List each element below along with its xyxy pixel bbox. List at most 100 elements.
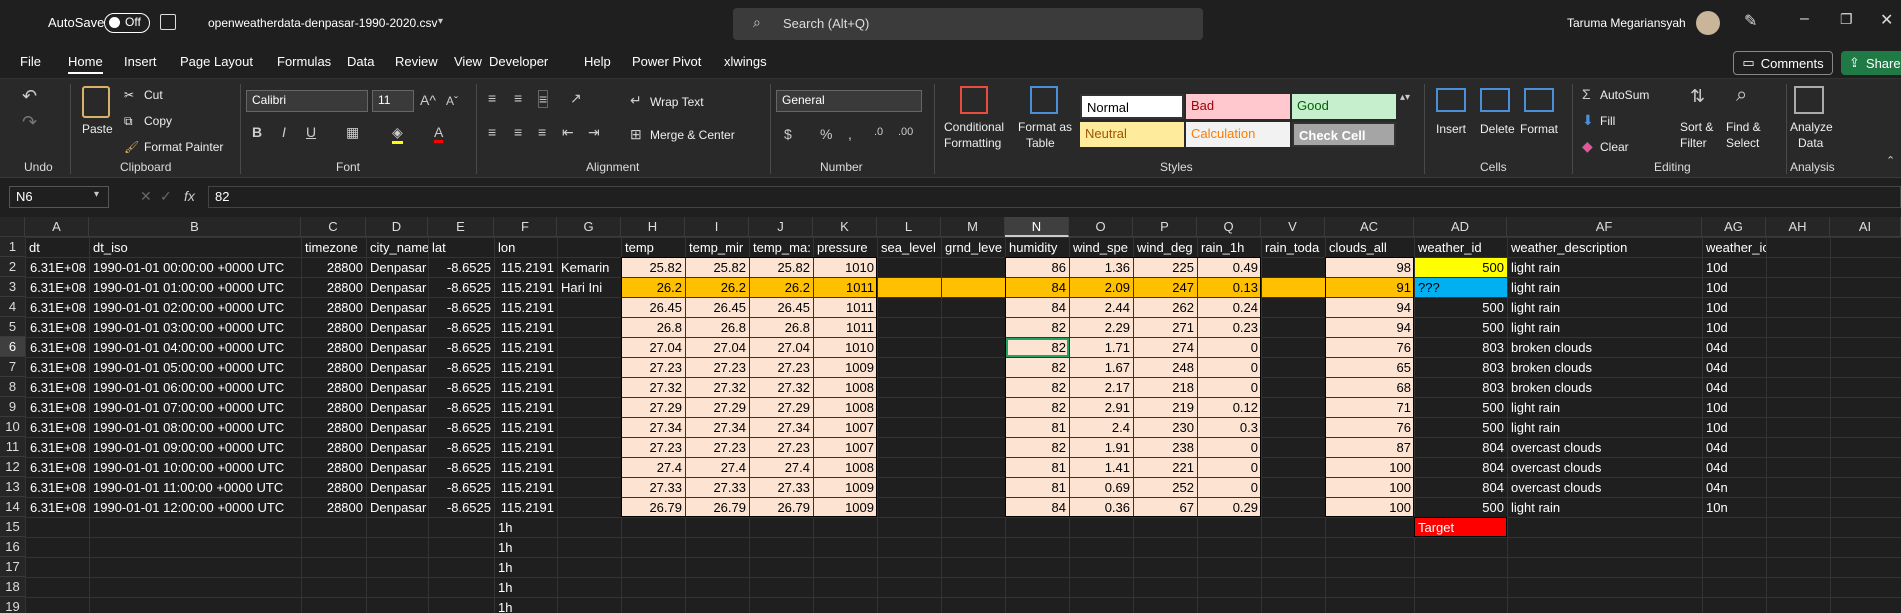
undo-icon[interactable]: ↶ xyxy=(22,86,37,107)
header-cell-pressure[interactable]: pressure xyxy=(814,238,877,257)
temp-min-cell[interactable]: 27.23 xyxy=(686,438,749,457)
dt-iso-cell[interactable]: 1990-01-01 11:00:00 +0000 UTC xyxy=(90,478,301,497)
column-header-C[interactable]: C xyxy=(301,217,366,237)
temp-max-cell[interactable]: 27.32 xyxy=(750,378,813,397)
city-cell[interactable]: Denpasar xyxy=(367,438,428,457)
weather-id-cell[interactable]: 500 xyxy=(1415,398,1507,417)
cell-style-check-cell[interactable]: Check Cell xyxy=(1292,122,1396,147)
menu-review[interactable]: Review xyxy=(395,54,438,69)
city-cell[interactable]: Denpasar xyxy=(367,398,428,417)
pressure-cell[interactable]: 1009 xyxy=(814,478,877,497)
find-label[interactable]: Find & xyxy=(1726,120,1761,134)
dt-iso-cell[interactable]: 1990-01-01 01:00:00 +0000 UTC xyxy=(90,278,301,297)
label-cell[interactable]: Kemarin xyxy=(558,258,621,277)
header-cell-icon[interactable]: weather_icon xyxy=(1703,238,1766,257)
merge-center-label[interactable]: Merge & Center xyxy=(650,128,735,142)
menu-help[interactable]: Help xyxy=(584,54,611,69)
cell-style-calculation[interactable]: Calculation xyxy=(1186,122,1290,147)
header-cell-dt[interactable]: dt xyxy=(26,238,89,257)
timezone-cell[interactable]: 28800 xyxy=(302,378,366,397)
humidity-cell[interactable]: 84 xyxy=(1006,498,1069,517)
find-select-icon[interactable]: ⌕ xyxy=(1736,84,1747,107)
dt-cell[interactable]: 6.31E+08 xyxy=(26,458,89,477)
fill-color-icon[interactable]: ◈ xyxy=(392,124,403,144)
align-bottom-icon[interactable]: ≡ xyxy=(538,90,549,108)
redo-icon[interactable]: ↷ xyxy=(22,112,37,133)
sort-label2[interactable]: Filter xyxy=(1680,136,1707,150)
row-header-3[interactable]: 3 xyxy=(0,277,25,297)
currency-icon[interactable]: $ xyxy=(784,126,792,142)
header-cell-wind_deg[interactable]: wind_deg xyxy=(1134,238,1197,257)
cell[interactable] xyxy=(1262,278,1325,297)
wind-speed-cell[interactable]: 2.44 xyxy=(1070,298,1133,317)
humidity-cell[interactable]: 84 xyxy=(1006,278,1069,297)
timezone-cell[interactable]: 28800 xyxy=(302,498,366,517)
wind-deg-cell[interactable]: 238 xyxy=(1134,438,1197,457)
search-box[interactable]: ⌕ Search (Alt+Q) xyxy=(733,8,1203,40)
header-cell-temp_max[interactable]: temp_ma: xyxy=(750,238,813,257)
wind-deg-cell[interactable]: 271 xyxy=(1134,318,1197,337)
temp-min-cell[interactable]: 27.33 xyxy=(686,478,749,497)
wrap-text-icon[interactable]: ↵ xyxy=(630,92,642,109)
humidity-cell[interactable]: 82 xyxy=(1006,398,1069,417)
lon-cell[interactable]: 115.2191 xyxy=(495,478,557,497)
lon-cell[interactable]: 115.2191 xyxy=(495,458,557,477)
conditional-formatting-label2[interactable]: Formatting xyxy=(944,136,1001,150)
row-header-5[interactable]: 5 xyxy=(0,317,25,337)
font-color-icon[interactable]: A xyxy=(434,124,444,143)
header-cell-clouds[interactable]: clouds_all xyxy=(1326,238,1414,257)
weather-icon-cell[interactable]: 10d xyxy=(1703,398,1766,417)
column-header-AC[interactable]: AC xyxy=(1325,217,1414,237)
timezone-cell[interactable]: 28800 xyxy=(302,278,366,297)
wind-speed-cell[interactable]: 2.17 xyxy=(1070,378,1133,397)
wind-deg-cell[interactable]: 252 xyxy=(1134,478,1197,497)
column-header-AD[interactable]: AD xyxy=(1414,217,1507,237)
enter-icon[interactable]: ✓ xyxy=(160,188,172,205)
column-header-M[interactable]: M xyxy=(941,217,1005,237)
cut-icon[interactable]: ✂ xyxy=(124,88,134,102)
description-cell[interactable]: light rain xyxy=(1508,278,1702,297)
header-cell-sea[interactable]: sea_level xyxy=(878,238,941,257)
label-cell[interactable] xyxy=(558,458,621,477)
rain-cell[interactable]: 0.49 xyxy=(1198,258,1261,277)
pressure-cell[interactable]: 1011 xyxy=(814,318,877,337)
temp-max-cell[interactable]: 26.8 xyxy=(750,318,813,337)
label-cell[interactable] xyxy=(558,298,621,317)
temp-cell[interactable]: 27.04 xyxy=(622,338,685,357)
delete-cells-icon[interactable] xyxy=(1480,88,1510,112)
cell-style-neutral[interactable]: Neutral xyxy=(1080,122,1184,147)
rain-cell[interactable]: 0 xyxy=(1198,458,1261,477)
weather-id-cell[interactable]: 803 xyxy=(1415,378,1507,397)
avatar[interactable] xyxy=(1696,11,1720,35)
weather-icon-cell[interactable]: 10n xyxy=(1703,498,1766,517)
pressure-cell[interactable]: 1007 xyxy=(814,438,877,457)
format-painter-icon[interactable]: 🖌 xyxy=(124,140,139,154)
dt-iso-cell[interactable]: 1990-01-01 05:00:00 +0000 UTC xyxy=(90,358,301,377)
wind-deg-cell[interactable]: 248 xyxy=(1134,358,1197,377)
column-header-E[interactable]: E xyxy=(428,217,494,237)
row-header-12[interactable]: 12 xyxy=(0,457,25,477)
description-cell[interactable]: light rain xyxy=(1508,498,1702,517)
label-cell[interactable] xyxy=(558,498,621,517)
rain-cell[interactable]: 0 xyxy=(1198,378,1261,397)
copy-icon[interactable]: ⧉ xyxy=(124,114,133,129)
wind-speed-cell[interactable]: 1.41 xyxy=(1070,458,1133,477)
cell[interactable] xyxy=(878,278,941,297)
description-cell[interactable]: light rain xyxy=(1508,258,1702,277)
clouds-cell[interactable]: 94 xyxy=(1326,298,1414,317)
dt-iso-cell[interactable]: 1990-01-01 03:00:00 +0000 UTC xyxy=(90,318,301,337)
paste-icon[interactable] xyxy=(82,86,110,118)
humidity-cell[interactable]: 81 xyxy=(1006,458,1069,477)
city-cell[interactable]: Denpasar xyxy=(367,478,428,497)
rain-cell[interactable]: 0.3 xyxy=(1198,418,1261,437)
format-as-table-label2[interactable]: Table xyxy=(1026,136,1055,150)
name-box-chevron-icon[interactable]: ▾ xyxy=(94,189,99,200)
align-middle-icon[interactable]: ≡ xyxy=(514,90,522,106)
dt-cell[interactable]: 6.31E+08 xyxy=(26,318,89,337)
lon-cell[interactable]: 115.2191 xyxy=(495,378,557,397)
label-cell[interactable] xyxy=(558,338,621,357)
pressure-cell[interactable]: 1009 xyxy=(814,358,877,377)
decrease-decimal-icon[interactable]: .00 xyxy=(898,126,913,138)
close-icon[interactable]: ✕ xyxy=(1880,10,1893,30)
label-cell[interactable] xyxy=(558,398,621,417)
